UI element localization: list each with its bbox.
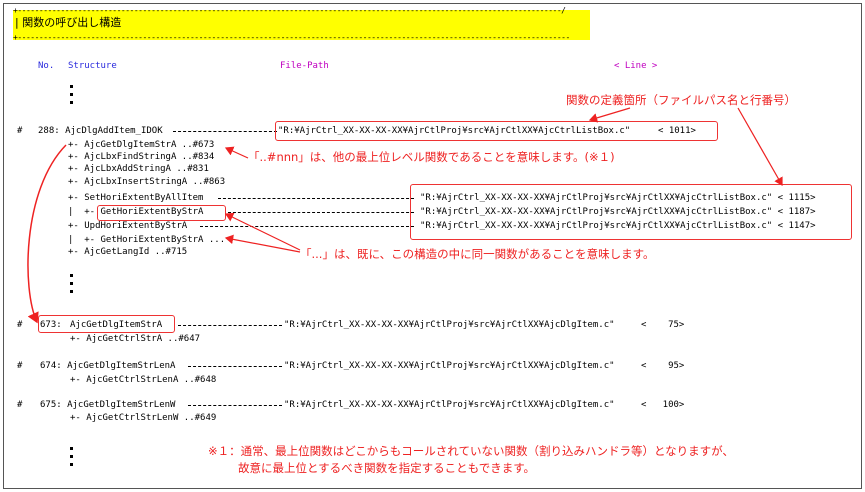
arrow-jump-673 (27, 144, 67, 324)
arrow-layer (27, 107, 783, 324)
arrow-nnn (224, 146, 249, 159)
arrow-subpath (737, 107, 783, 187)
arrow-definition (588, 107, 631, 123)
